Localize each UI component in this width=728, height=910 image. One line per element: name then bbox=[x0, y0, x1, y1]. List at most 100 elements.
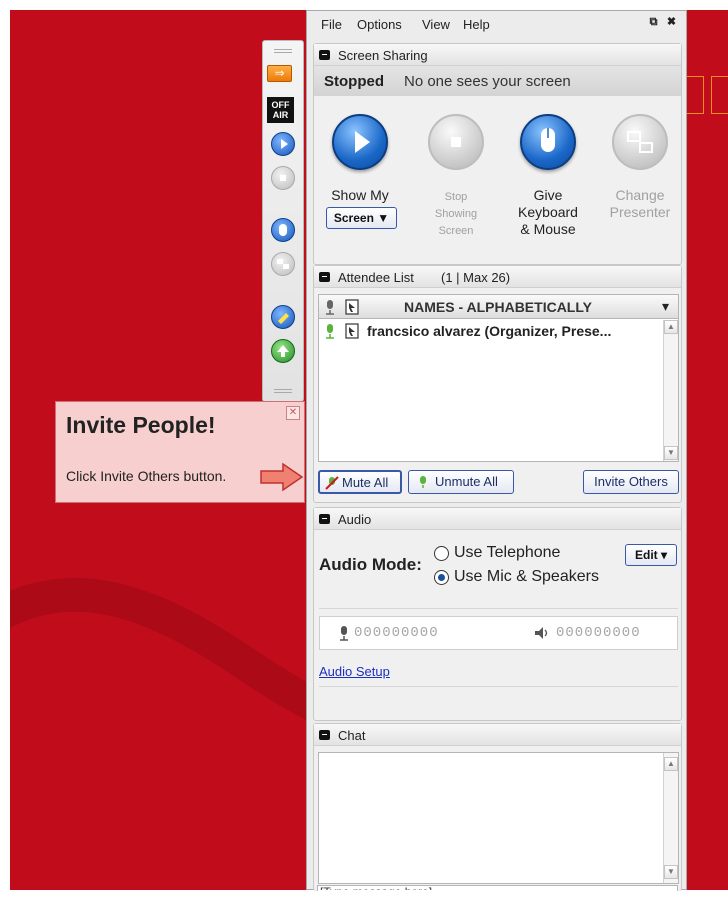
callout-title: Invite People! bbox=[66, 412, 216, 438]
audio-edit-button[interactable]: Edit ▾ bbox=[625, 544, 677, 566]
attendee-count: (1 | Max 26) bbox=[441, 270, 511, 285]
screen-select-button[interactable]: Screen ▼ bbox=[326, 207, 397, 229]
callout-message: Click Invite Others button. bbox=[66, 468, 227, 484]
speaker-level-meter: 000000000 bbox=[556, 625, 641, 641]
upload-icon[interactable] bbox=[271, 339, 295, 363]
screen-viewer-icon bbox=[345, 299, 359, 315]
audio-header[interactable]: – Audio bbox=[314, 508, 681, 530]
mic-speakers-radio[interactable] bbox=[434, 570, 449, 585]
change-presenter-icon bbox=[627, 131, 653, 153]
microphone-icon[interactable] bbox=[324, 323, 336, 339]
play-icon bbox=[355, 131, 370, 153]
give-label-line-1: Give bbox=[533, 187, 563, 203]
give-keyboard-mouse-button[interactable] bbox=[520, 114, 576, 170]
screen-sharing-section: – Screen Sharing Stopped No one sees you… bbox=[313, 43, 682, 265]
unmute-all-label: Unmute All bbox=[435, 474, 498, 489]
sharing-status: Stopped bbox=[324, 73, 384, 90]
microphone-icon bbox=[340, 626, 348, 641]
floating-toolbar: ⇒ OFF AIR bbox=[262, 40, 304, 402]
arrow-icon[interactable]: ⇒ bbox=[267, 65, 292, 82]
stop-label-line-3: Screen bbox=[438, 225, 474, 237]
attendee-list-column-header[interactable]: NAMES - ALPHABETICALLY ▾ bbox=[319, 295, 678, 319]
annotate-pen-icon[interactable] bbox=[271, 305, 295, 329]
divider bbox=[319, 608, 678, 609]
show-my-label: Show My bbox=[331, 187, 389, 203]
chat-input-placeholder: [Type message here] bbox=[320, 886, 432, 890]
attendee-list: NAMES - ALPHABETICALLY ▾ francsico alvar… bbox=[318, 294, 679, 462]
give-label-line-2: Keyboard bbox=[518, 204, 578, 220]
collapse-icon[interactable]: – bbox=[319, 730, 330, 740]
audio-setup-link[interactable]: Audio Setup bbox=[319, 664, 390, 679]
scroll-up-icon[interactable]: ▲ bbox=[664, 320, 678, 334]
stop-label-line-2: Showing bbox=[434, 208, 478, 220]
attendee-name: francsico alvarez (Organizer, Prese... bbox=[367, 323, 612, 339]
mouse-icon[interactable] bbox=[271, 218, 295, 242]
section-title: Audio bbox=[338, 512, 372, 527]
play-icon[interactable] bbox=[271, 132, 295, 156]
radio-selected-dot bbox=[438, 574, 445, 581]
chat-header[interactable]: – Chat bbox=[314, 724, 681, 746]
chat-section: – Chat ▲ ▼ bbox=[313, 723, 682, 891]
collapse-icon[interactable]: – bbox=[319, 514, 330, 524]
callout-close-icon[interactable]: ✕ bbox=[286, 406, 300, 420]
sort-dropdown-icon[interactable]: ▾ bbox=[662, 298, 669, 315]
attendee-list-section: – Attendee List (1 | Max 26) NAMES - ALP… bbox=[313, 265, 682, 503]
menu-options[interactable]: Options bbox=[357, 17, 402, 32]
mute-all-label: Mute All bbox=[342, 475, 389, 490]
mic-speakers-option-label[interactable]: Use Mic & Speakers bbox=[454, 568, 599, 586]
webinar-control-panel: File Options View Help ⧉ ✖ – Screen Shar… bbox=[306, 10, 687, 891]
show-my-screen-button[interactable] bbox=[332, 114, 388, 170]
stop-label-line-1: Stop bbox=[444, 191, 468, 203]
mute-all-button[interactable]: Mute All bbox=[318, 470, 402, 494]
sharing-status-bar: Stopped No one sees your screen bbox=[314, 66, 681, 96]
invite-others-button[interactable]: Invite Others bbox=[583, 470, 679, 494]
unmute-all-button[interactable]: Unmute All bbox=[408, 470, 514, 494]
screen-viewer-icon bbox=[345, 323, 359, 339]
change-label-line-2: Presenter bbox=[609, 204, 671, 220]
section-title: Chat bbox=[338, 728, 366, 743]
right-arrow-icon bbox=[260, 462, 304, 492]
collapse-icon[interactable]: – bbox=[319, 272, 330, 282]
menu-help[interactable]: Help bbox=[463, 17, 490, 32]
stop-icon bbox=[451, 137, 461, 147]
change-presenter-icon[interactable] bbox=[271, 252, 295, 276]
close-icon[interactable]: ✖ bbox=[665, 16, 678, 29]
change-presenter-button[interactable] bbox=[612, 114, 668, 170]
scroll-up-icon[interactable]: ▲ bbox=[664, 757, 678, 771]
audio-section: – Audio Audio Mode: Use Telephone Use Mi… bbox=[313, 507, 682, 721]
toolbar-grip-top[interactable] bbox=[274, 47, 292, 53]
sharing-status-message: No one sees your screen bbox=[404, 73, 571, 90]
microphone-icon bbox=[420, 476, 426, 488]
mic-level-meter: 000000000 bbox=[354, 625, 439, 641]
telephone-option-label[interactable]: Use Telephone bbox=[454, 544, 560, 562]
attendee-list-header[interactable]: – Attendee List (1 | Max 26) bbox=[314, 266, 681, 288]
popout-icon[interactable]: ⧉ bbox=[647, 16, 660, 29]
table-row[interactable]: francsico alvarez (Organizer, Prese... bbox=[319, 320, 663, 342]
screen-sharing-header[interactable]: – Screen Sharing bbox=[314, 44, 681, 66]
audio-mode-label: Audio Mode: bbox=[319, 555, 422, 574]
invite-people-callout: Invite People! ✕ Click Invite Others but… bbox=[55, 401, 305, 503]
mouse-icon bbox=[541, 128, 555, 152]
muted-microphone-icon bbox=[325, 476, 339, 490]
stop-icon[interactable] bbox=[271, 166, 295, 190]
menu-file[interactable]: File bbox=[321, 17, 342, 32]
menu-view[interactable]: View bbox=[422, 17, 450, 32]
speaker-icon bbox=[535, 627, 548, 639]
background-outline-box bbox=[711, 76, 728, 114]
stop-showing-screen-button[interactable] bbox=[428, 114, 484, 170]
off-air-badge[interactable]: OFF AIR bbox=[267, 97, 294, 123]
telephone-radio[interactable] bbox=[434, 546, 449, 561]
toolbar-grip-bottom[interactable] bbox=[274, 387, 292, 393]
scroll-down-icon[interactable]: ▼ bbox=[664, 865, 678, 879]
scroll-down-icon[interactable]: ▼ bbox=[664, 446, 678, 460]
divider bbox=[319, 686, 678, 687]
attendee-scrollbar[interactable]: ▲ ▼ bbox=[663, 320, 678, 461]
chat-log[interactable]: ▲ ▼ bbox=[318, 752, 679, 884]
chat-scrollbar[interactable]: ▲ ▼ bbox=[663, 753, 678, 883]
collapse-icon[interactable]: – bbox=[319, 50, 330, 60]
section-title: Screen Sharing bbox=[338, 48, 428, 63]
change-label-line-1: Change bbox=[615, 187, 665, 203]
background-outline-box bbox=[686, 76, 704, 114]
names-column-header: NAMES - ALPHABETICALLY bbox=[404, 299, 592, 315]
give-label-line-3: & Mouse bbox=[520, 221, 576, 237]
